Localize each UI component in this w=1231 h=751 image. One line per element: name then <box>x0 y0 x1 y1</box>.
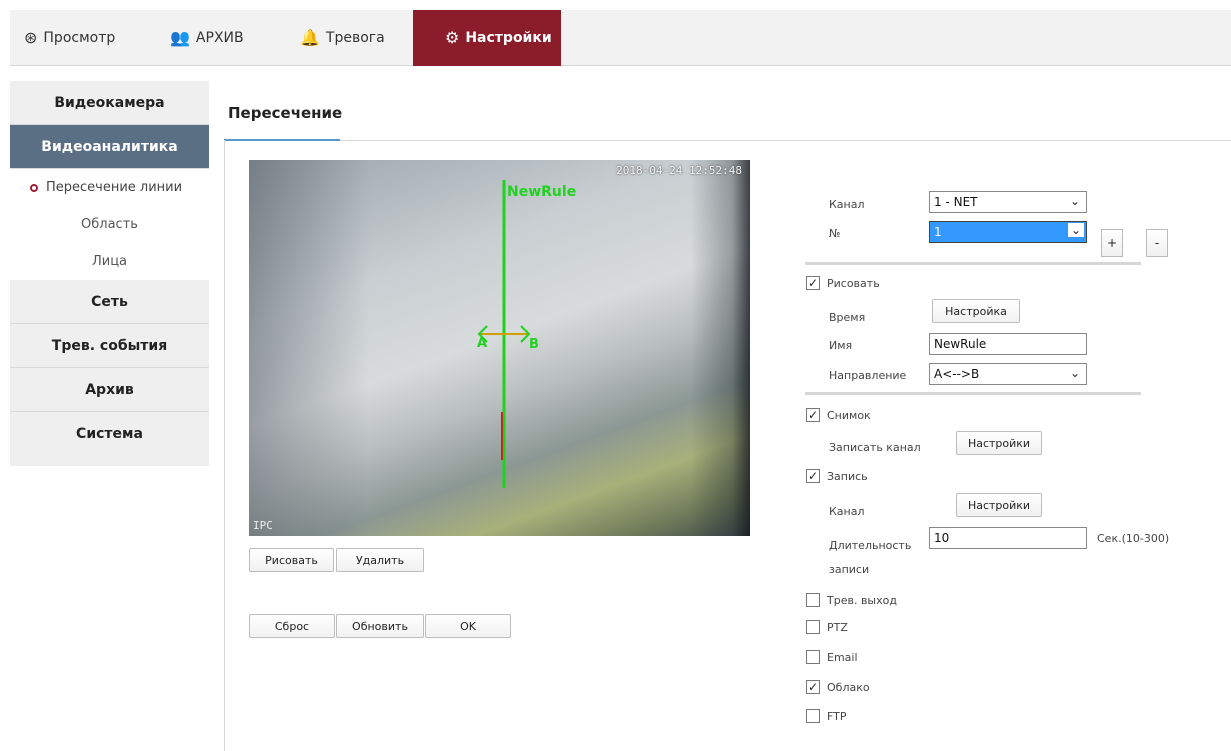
video-preview[interactable]: 2018-04-24 12:52:48 NewRule A B IPC <box>249 160 750 536</box>
content-frame-border <box>224 140 225 751</box>
duration-label-line2: записи <box>829 563 870 576</box>
sidebar-item-label: Трев. события <box>51 337 168 354</box>
video-timestamp: 2018-04-24 12:52:48 <box>616 164 742 177</box>
record-channel-settings-button[interactable]: Настройки <box>956 431 1042 455</box>
chevron-down-icon: ⌄ <box>1069 194 1080 208</box>
camera-reel-icon: ⊛ <box>24 28 38 47</box>
sidebar-item-label: Сеть <box>91 293 128 310</box>
ok-button[interactable]: OK <box>425 614 511 638</box>
sidebar-item-network[interactable]: Сеть <box>10 280 209 324</box>
rule-number-select-value: 1 <box>934 225 942 239</box>
ptz-checkbox[interactable] <box>806 620 820 634</box>
direction-label-a: A <box>477 336 488 351</box>
sidebar-item-label: Видеокамера <box>54 94 165 111</box>
sidebar-subitem-label: Область <box>81 217 138 232</box>
ftp-label: FTP <box>827 710 847 723</box>
direction-label: Направление <box>829 369 907 382</box>
bullet-icon <box>30 183 38 192</box>
sidebar-item-camera[interactable]: Видеокамера <box>10 81 209 125</box>
sidebar-item-analytics[interactable]: Видеоаналитика <box>10 125 209 169</box>
snapshot-checkbox-label: Снимок <box>827 409 871 422</box>
cloud-checkbox[interactable]: ✓ <box>806 680 820 694</box>
rule-name-input[interactable]: NewRule <box>929 333 1087 355</box>
tab-alarm-label: Тревога <box>325 29 385 46</box>
add-rule-button[interactable]: + <box>1101 229 1123 257</box>
rule-overlay[interactable] <box>249 160 750 536</box>
duration-label: Длительность <box>829 539 912 552</box>
ptz-label: PTZ <box>827 621 848 634</box>
sidebar-item-label: Система <box>76 426 143 442</box>
tab-settings[interactable]: ⚙ Настройки <box>413 9 561 66</box>
sidebar-subitem-faces[interactable]: Лица <box>10 243 209 280</box>
duration-unit: Сек.(10-300) <box>1097 532 1170 545</box>
sidebar-item-alarm-events[interactable]: Трев. события <box>10 324 209 368</box>
tab-archive[interactable]: 👥 АРХИВ <box>170 10 280 66</box>
section-divider <box>805 392 1141 395</box>
sidebar-subitem-area[interactable]: Область <box>10 206 209 243</box>
sidebar-subitem-label: Пересечение линии <box>46 180 183 195</box>
delete-button[interactable]: Удалить <box>336 548 424 572</box>
duration-input[interactable]: 10 <box>929 527 1087 549</box>
direction-label-b: B <box>529 337 539 352</box>
ftp-checkbox[interactable] <box>806 709 820 723</box>
record-settings-button[interactable]: Настройки <box>956 493 1042 517</box>
sidebar-item-label: Видеоаналитика <box>41 138 178 155</box>
time-label: Время <box>829 311 866 324</box>
sidebar-submenu: Пересечение линии Область Лица <box>10 169 209 280</box>
time-settings-button[interactable]: Настройка <box>932 299 1020 323</box>
sidebar-subitem-label: Лица <box>91 254 128 269</box>
direction-select[interactable]: A<-->B ⌄ <box>929 363 1087 385</box>
channel-select-value: 1 - NET <box>934 195 978 209</box>
channel-label: Канал <box>829 198 865 211</box>
email-checkbox[interactable] <box>806 650 820 664</box>
video-corner-label: IPC <box>253 519 273 532</box>
record-channel2-label: Канал <box>829 505 865 518</box>
tab-settings-label: Настройки <box>465 29 552 46</box>
gear-icon: ⚙ <box>445 28 460 47</box>
remove-rule-button[interactable]: - <box>1146 229 1168 257</box>
chevron-down-icon: ⌄ <box>1069 366 1080 380</box>
sidebar: Видеокамера Видеоаналитика Пересечение л… <box>10 81 209 466</box>
record-checkbox[interactable]: ✓ <box>806 469 820 483</box>
direction-select-value: A<-->B <box>934 367 980 381</box>
number-label: № <box>829 227 841 240</box>
channel-select[interactable]: 1 - NET ⌄ <box>929 191 1087 213</box>
tab-alarm[interactable]: 🔔 Тревога <box>300 10 410 66</box>
cloud-label: Облако <box>827 681 870 694</box>
draw-checkbox-label: Рисовать <box>827 277 880 290</box>
draw-button[interactable]: Рисовать <box>249 548 334 572</box>
tab-view[interactable]: ⊛ Просмотр <box>24 10 156 66</box>
reset-button[interactable]: Сброс <box>249 614 335 638</box>
title-divider <box>340 140 1231 141</box>
rule-number-select[interactable]: 1 ⌄ <box>929 221 1087 243</box>
alarm-output-label: Трев. выход <box>827 594 897 607</box>
people-icon: 👥 <box>170 28 190 47</box>
sidebar-item-system[interactable]: Система <box>10 412 209 456</box>
alarm-output-checkbox[interactable] <box>806 593 820 607</box>
sidebar-subitem-line-crossing[interactable]: Пересечение линии <box>10 169 209 206</box>
tab-archive-label: АРХИВ <box>195 29 244 46</box>
email-label: Email <box>827 651 858 664</box>
rule-name-label: NewRule <box>507 184 577 200</box>
record-channel-label: Записать канал <box>829 441 921 454</box>
page-title: Пересечение <box>228 104 343 122</box>
refresh-button[interactable]: Обновить <box>336 614 424 638</box>
snapshot-checkbox[interactable]: ✓ <box>806 408 820 422</box>
title-tab-indicator <box>224 139 340 141</box>
sidebar-item-archive[interactable]: Архив <box>10 368 209 412</box>
chevron-down-icon: ⌄ <box>1067 223 1084 237</box>
tab-view-label: Просмотр <box>43 29 116 46</box>
record-checkbox-label: Запись <box>827 470 868 483</box>
draw-checkbox[interactable]: ✓ <box>806 276 820 290</box>
section-divider <box>805 262 1141 265</box>
name-label: Имя <box>829 339 853 352</box>
bell-icon: 🔔 <box>300 28 320 47</box>
sidebar-item-label: Архив <box>85 381 134 398</box>
top-nav: ⊛ Просмотр 👥 АРХИВ 🔔 Тревога ⚙ Настройки <box>10 9 1231 66</box>
